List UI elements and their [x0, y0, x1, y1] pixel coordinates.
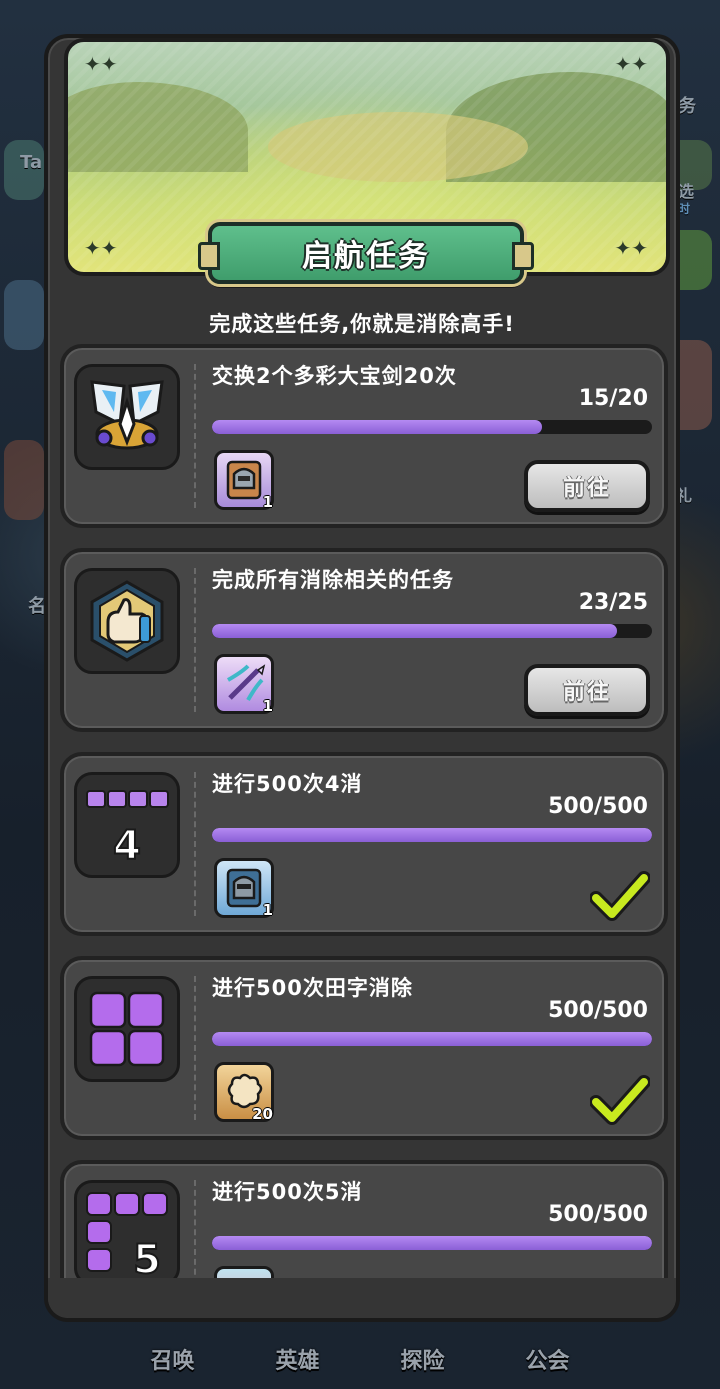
task-card: 完成所有消除相关的任务 23/25 1 前往 [60, 548, 668, 732]
task-progress-text: 500/500 [548, 998, 648, 1023]
task-progress-text: 500/500 [548, 794, 648, 819]
title-plate: 启航任务 [198, 222, 534, 284]
thumbs-up-badge-icon [90, 580, 164, 662]
sparkle-icon: ✦✦ [614, 236, 648, 260]
task-title: 进行500次田字消除 [212, 976, 413, 1000]
knight-helmet-card-icon [226, 868, 262, 908]
quest-panel: ✦✦ ✦✦ ✦✦ ✦✦ 启航任务 完成这些任务,你就是消除高手! 交换2个多彩大… [44, 34, 680, 1322]
sparkle-icon: ✦✦ [614, 52, 648, 76]
completed-check-icon [590, 1075, 650, 1125]
four-match-label: 4 [113, 823, 141, 869]
progress-fill [212, 420, 542, 434]
task-card: 进行500次田字消除 500/500 20 [60, 956, 668, 1140]
nav-explore: 探险 [400, 1349, 445, 1374]
sword-badge-icon [90, 380, 164, 450]
task-card: 交换2个多彩大宝剑20次 15/20 1 前往 [60, 344, 668, 528]
task-progress-text: 500/500 [548, 1202, 648, 1227]
go-button[interactable]: 前往 [524, 664, 650, 716]
helmet-card-icon [226, 460, 262, 500]
reward-item[interactable]: 1 [214, 654, 274, 715]
reward-quantity: 1 [262, 901, 273, 919]
completed-check-icon [590, 871, 650, 921]
progress-fill [212, 624, 617, 638]
square-match-icon [89, 991, 165, 1067]
card-divider [194, 976, 196, 1120]
task-icon-frame [74, 568, 180, 674]
five-match-icon: 5 [86, 1192, 168, 1279]
reward-item[interactable]: 1 [214, 858, 274, 919]
progress-fill [212, 1032, 652, 1046]
go-button[interactable]: 前往 [524, 460, 650, 512]
card-divider [194, 1180, 196, 1280]
progress-fill [212, 828, 652, 842]
task-icon-frame [74, 976, 180, 1082]
task-title: 进行500次4消 [212, 772, 363, 796]
background-bottom-nav: 召唤 英雄 探险 公会 [0, 1319, 720, 1389]
task-progress-text: 23/25 [578, 590, 648, 615]
progress-bar [212, 1236, 652, 1250]
task-title: 交换2个多彩大宝剑20次 [212, 364, 457, 388]
task-card: 5 进行500次5消 500/500 [60, 1160, 668, 1280]
crossbow-card-icon [227, 664, 266, 701]
progress-bar [212, 420, 652, 434]
reward-item[interactable]: 1 [214, 450, 274, 511]
reward-quantity: 1 [262, 493, 273, 511]
bg-left-button-3 [4, 440, 44, 520]
bg-left-label-1: Ta [20, 152, 43, 173]
reward-quantity: 1 [262, 697, 273, 715]
nav-heroes: 英雄 [275, 1349, 320, 1374]
card-divider [194, 772, 196, 916]
nav-summon: 召唤 [150, 1349, 195, 1374]
progress-bar [212, 828, 652, 842]
card-divider [194, 568, 196, 712]
progress-fill [212, 1236, 652, 1250]
reward-quantity: 20 [252, 1105, 273, 1123]
task-progress-text: 15/20 [578, 386, 648, 411]
progress-bar [212, 1032, 652, 1046]
panel-footer [48, 1278, 676, 1318]
card-divider [194, 364, 196, 508]
task-title: 进行500次5消 [212, 1180, 363, 1204]
nav-guild: 公会 [525, 1349, 570, 1374]
task-card: 4 进行500次4消 500/500 1 [60, 752, 668, 936]
progress-bar [212, 624, 652, 638]
panel-title: 启航任务 [302, 239, 430, 274]
four-match-icon: 4 [86, 790, 169, 870]
task-title: 完成所有消除相关的任务 [212, 568, 454, 592]
task-icon-frame: 5 [74, 1180, 180, 1280]
sparkle-icon: ✦✦ [84, 236, 118, 260]
panel-subtitle: 完成这些任务,你就是消除高手! [209, 312, 515, 336]
task-list[interactable]: 交换2个多彩大宝剑20次 15/20 1 前往 完成所有消除相关的任务 23/2… [60, 344, 668, 1280]
bg-left-button-2 [4, 280, 44, 350]
sparkle-icon: ✦✦ [84, 52, 118, 76]
five-match-label: 5 [133, 1237, 161, 1279]
task-icon-frame: 4 [74, 772, 180, 878]
reward-item[interactable]: 20 [214, 1062, 274, 1123]
task-icon-frame [74, 364, 180, 470]
